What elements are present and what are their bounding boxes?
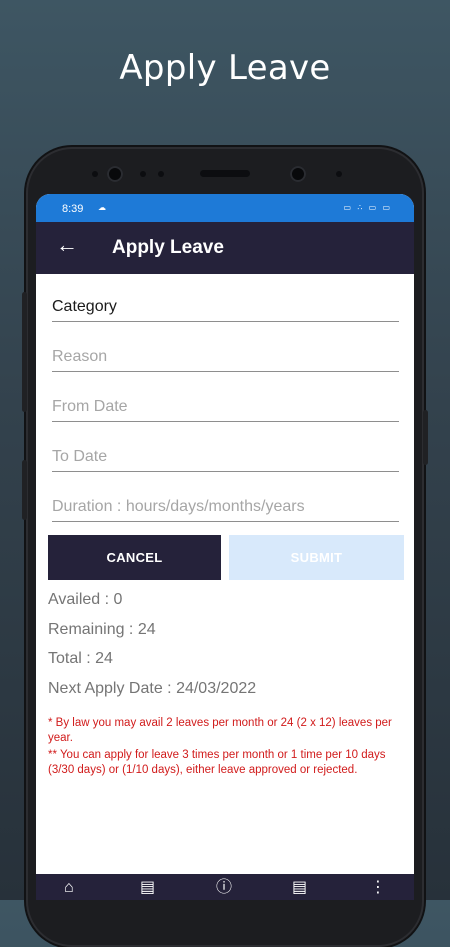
phone-side-button (423, 410, 428, 465)
status-icons: ▭ ∴ ▭ ▭ (344, 203, 392, 212)
back-arrow-icon[interactable]: ← (56, 234, 78, 256)
reason-input[interactable]: Reason (52, 331, 399, 372)
from-date-field[interactable]: From Date (52, 381, 399, 422)
to-date-placeholder: To Date (52, 448, 108, 465)
info-icon[interactable]: ⓘ (216, 880, 232, 896)
front-camera-icon (290, 166, 306, 182)
list-icon[interactable]: ▤ (292, 880, 307, 896)
earpiece-speaker (200, 170, 250, 177)
category-dropdown[interactable]: Category (52, 281, 399, 322)
duration-placeholder: Duration : hours/days/months/years (52, 498, 305, 515)
leave-frequency-note: ** You can apply for leave 3 times per m… (48, 749, 386, 776)
more-vert-icon[interactable]: ⋮ (370, 880, 386, 896)
submit-button[interactable]: SUBMIT (229, 535, 404, 580)
home-icon[interactable]: ⌂ (64, 880, 74, 896)
sensor-dot (336, 171, 342, 177)
sensor-dot (158, 171, 164, 177)
reason-placeholder: Reason (52, 348, 108, 365)
phone-side-button (22, 460, 27, 520)
phone-screen: 8:39 ☁ ▭ ∴ ▭ ▭ ← Apply Leave Category Re… (36, 194, 414, 900)
total-count: Total : 24 (48, 650, 113, 667)
sensor-dot (140, 171, 146, 177)
front-camera-icon (107, 166, 123, 182)
remaining-count: Remaining : 24 (48, 621, 156, 638)
bottom-navigation: ⌂ ▤ ⓘ ▤ ⋮ (36, 874, 414, 900)
page-title: Apply Leave (112, 237, 224, 258)
status-time: 8:39 (62, 203, 84, 215)
calendar-icon[interactable]: ▤ (140, 880, 155, 896)
availed-count: Availed : 0 (48, 591, 123, 608)
duration-input[interactable]: Duration : hours/days/months/years (52, 481, 399, 522)
status-bar: 8:39 ☁ ▭ ∴ ▭ ▭ (36, 194, 414, 222)
promo-headline: Apply Leave (119, 48, 331, 88)
signal-icon: ▭ (343, 203, 354, 212)
app-bar: ← Apply Leave (36, 222, 414, 274)
next-apply-date: Next Apply Date : 24/03/2022 (48, 680, 257, 697)
to-date-field[interactable]: To Date (52, 431, 399, 472)
cloud-icon: ☁ (98, 203, 106, 212)
battery-icon: ▭ (382, 203, 392, 212)
from-date-placeholder: From Date (52, 398, 128, 415)
category-value: Category (52, 298, 117, 315)
leave-policy-note: * By law you may avail 2 leaves per mont… (48, 717, 392, 744)
sensor-dot (92, 171, 98, 177)
wifi-icon: ∴ (357, 203, 365, 212)
signal-icon: ▭ (368, 203, 379, 212)
phone-side-button (22, 292, 27, 412)
cancel-button[interactable]: CANCEL (48, 535, 221, 580)
